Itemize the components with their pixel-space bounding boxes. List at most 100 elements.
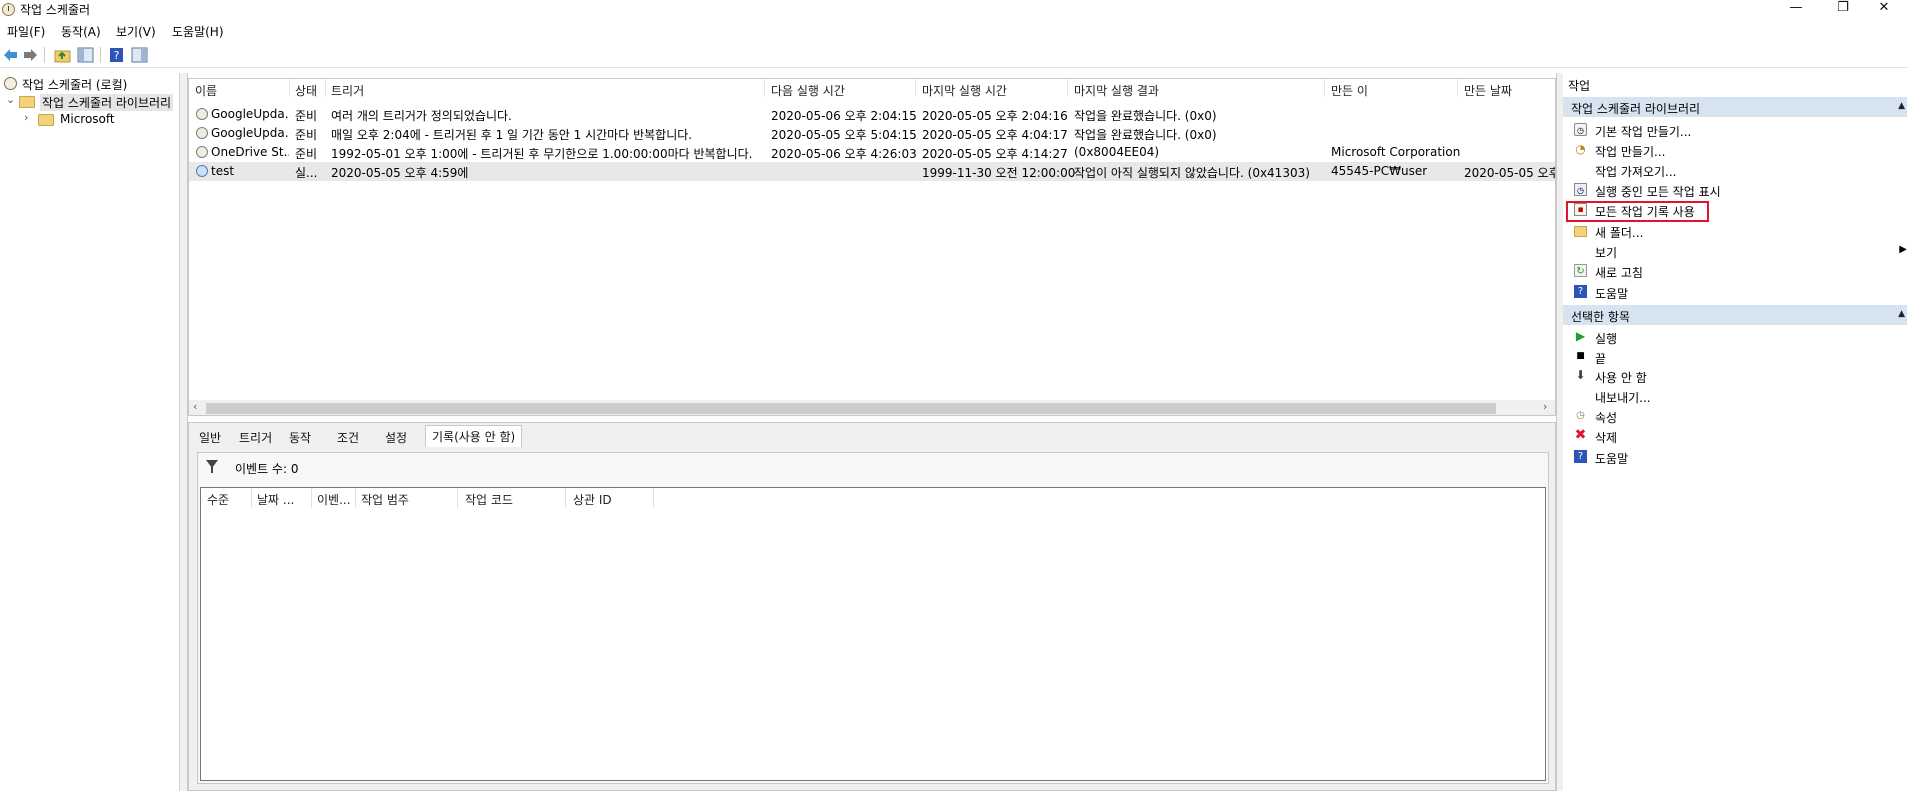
action-enable-all-tasks-history[interactable]: ▪ 모든 작업 기록 사용 bbox=[1563, 200, 1907, 222]
close-button[interactable]: ✕ bbox=[1861, 0, 1907, 20]
column-header-event[interactable]: 이벤... bbox=[317, 491, 351, 508]
column-header-created[interactable]: 만든 날짜 bbox=[1464, 82, 1512, 99]
tree-node-library[interactable]: ⌄ 작업 스케줄러 라이브러리 bbox=[0, 93, 179, 111]
tab-conditions[interactable]: 조건 bbox=[331, 427, 365, 447]
disable-icon: ⬇ bbox=[1575, 368, 1586, 382]
scrollbar-thumb[interactable] bbox=[206, 403, 1496, 414]
collapse-icon[interactable]: ▲ bbox=[1898, 309, 1905, 319]
column-header-next-run[interactable]: 다음 실행 시간 bbox=[771, 82, 845, 99]
column-divider[interactable] bbox=[251, 488, 252, 508]
menu-help[interactable]: 도움말(H) bbox=[172, 23, 224, 40]
task-clock-icon bbox=[196, 146, 208, 158]
folder-icon bbox=[19, 96, 35, 108]
column-header-date[interactable]: 날짜 ... bbox=[257, 491, 294, 508]
action-display-running-tasks[interactable]: ◷ 실행 중인 모든 작업 표시 bbox=[1563, 180, 1907, 200]
task-row[interactable]: OneDrive St... 준비 1992-05-01 오후 1:00에 - … bbox=[189, 143, 1555, 162]
column-header-correlation-id[interactable]: 상관 ID bbox=[573, 491, 612, 508]
menu-action[interactable]: 동작(A) bbox=[61, 23, 101, 40]
section-header-selected-item[interactable]: 선택한 항목 ▲ bbox=[1563, 305, 1907, 325]
create-basic-task-icon: ◷ bbox=[1574, 123, 1587, 136]
action-run[interactable]: ▶ 실행 bbox=[1563, 327, 1907, 347]
task-clock-icon bbox=[196, 165, 208, 177]
action-help-selected[interactable]: ? 도움말 bbox=[1563, 447, 1907, 467]
splitter-right[interactable] bbox=[1556, 73, 1563, 791]
tab-general[interactable]: 일반 bbox=[193, 427, 227, 447]
chevron-down-icon[interactable]: ⌄ bbox=[6, 93, 15, 106]
column-header-last-result[interactable]: 마지막 실행 결과 bbox=[1074, 82, 1159, 99]
chevron-right-icon[interactable]: › bbox=[24, 111, 28, 124]
action-import-task[interactable]: 작업 가져오기... bbox=[1563, 160, 1907, 180]
column-header-name[interactable]: 이름 bbox=[195, 82, 217, 99]
menu-view[interactable]: 보기(V) bbox=[116, 23, 156, 40]
event-count: 이벤트 수: 0 bbox=[235, 462, 299, 476]
action-help-library[interactable]: ? 도움말 bbox=[1563, 282, 1907, 302]
column-divider[interactable] bbox=[457, 488, 458, 508]
action-end[interactable]: ■ 끝 bbox=[1563, 347, 1907, 367]
scroll-right-icon[interactable]: › bbox=[1543, 400, 1547, 413]
menu-file[interactable]: 파일(F) bbox=[7, 23, 45, 40]
action-view[interactable]: 보기 ▶ bbox=[1563, 241, 1907, 261]
tab-triggers[interactable]: 트리거 bbox=[233, 427, 278, 447]
column-header-task-category[interactable]: 작업 범주 bbox=[361, 491, 409, 508]
help-icon[interactable]: ? bbox=[108, 47, 125, 63]
tree-node-microsoft[interactable]: › Microsoft bbox=[0, 111, 179, 128]
column-header-status[interactable]: 상태 bbox=[295, 82, 317, 99]
action-create-task[interactable]: ◔ 작업 만들기... bbox=[1563, 140, 1907, 160]
tab-actions[interactable]: 동작 bbox=[283, 427, 317, 447]
column-divider[interactable] bbox=[653, 488, 654, 508]
column-divider[interactable] bbox=[565, 488, 566, 508]
clock-icon bbox=[4, 77, 17, 90]
splitter-left[interactable] bbox=[180, 73, 188, 791]
column-divider[interactable] bbox=[1324, 79, 1325, 97]
toolbar: ? bbox=[0, 44, 1907, 68]
column-divider[interactable] bbox=[1457, 79, 1458, 97]
filter-icon[interactable] bbox=[206, 460, 218, 473]
toolbar-separator bbox=[44, 47, 45, 63]
action-new-folder[interactable]: 새 폴더... bbox=[1563, 221, 1907, 241]
column-header-level[interactable]: 수준 bbox=[207, 491, 229, 508]
forward-arrow-icon[interactable] bbox=[22, 47, 39, 63]
enable-history-icon: ▪ bbox=[1574, 203, 1587, 216]
section-header-library[interactable]: 작업 스케줄러 라이브러리 ▲ bbox=[1563, 97, 1907, 117]
show-hide-console-tree-icon[interactable] bbox=[77, 47, 94, 63]
column-header-trigger[interactable]: 트리거 bbox=[331, 82, 364, 99]
task-row[interactable]: GoogleUpda... 준비 매일 오후 2:04에 - 트리거된 후 1 … bbox=[189, 124, 1555, 143]
horizontal-scrollbar[interactable]: ‹ › bbox=[189, 400, 1555, 415]
properties-icon: ◷ bbox=[1576, 410, 1585, 421]
tab-settings[interactable]: 설정 bbox=[379, 427, 413, 447]
action-create-basic-task[interactable]: ◷ 기본 작업 만들기... bbox=[1563, 120, 1907, 140]
column-divider[interactable] bbox=[289, 79, 290, 97]
action-refresh[interactable]: ↻ 새로 고침 bbox=[1563, 261, 1907, 281]
column-divider[interactable] bbox=[1067, 79, 1068, 97]
tab-history[interactable]: 기록(사용 안 함) bbox=[425, 425, 523, 447]
help-icon: ? bbox=[1574, 450, 1587, 463]
help-icon: ? bbox=[1574, 285, 1587, 298]
action-properties[interactable]: ◷ 속성 bbox=[1563, 406, 1907, 426]
column-divider[interactable] bbox=[764, 79, 765, 97]
action-export[interactable]: 내보내기... bbox=[1563, 386, 1907, 406]
column-header-author[interactable]: 만든 이 bbox=[1331, 82, 1368, 99]
restore-button[interactable]: ❐ bbox=[1820, 0, 1866, 20]
end-icon: ■ bbox=[1576, 351, 1585, 361]
column-divider[interactable] bbox=[915, 79, 916, 97]
scroll-left-icon[interactable]: ‹ bbox=[193, 400, 197, 413]
action-disable[interactable]: ⬇ 사용 안 함 bbox=[1563, 366, 1907, 386]
task-row[interactable]: GoogleUpda... 준비 여러 개의 트리거가 정의되었습니다. 202… bbox=[189, 105, 1555, 124]
show-hide-action-pane-icon[interactable] bbox=[131, 47, 148, 63]
title-bar: 작업 스케줄러 — ❐ ✕ bbox=[0, 0, 1907, 20]
menu-bar: 파일(F) 동작(A) 보기(V) 도움말(H) bbox=[0, 21, 1907, 41]
column-divider[interactable] bbox=[355, 488, 356, 508]
action-delete[interactable]: ✖ 삭제 bbox=[1563, 426, 1907, 446]
folder-icon bbox=[38, 114, 54, 126]
details-pane: 일반 트리거 동작 조건 설정 기록(사용 안 함) 이벤트 수: 0 수준 날… bbox=[188, 422, 1556, 791]
tree-node-root[interactable]: 작업 스케줄러 (로컬) bbox=[0, 75, 179, 92]
task-row-selected[interactable]: test 실... 2020-05-05 오후 4:59에 1999-11-30… bbox=[189, 162, 1555, 181]
up-folder-icon[interactable] bbox=[54, 47, 71, 63]
collapse-icon[interactable]: ▲ bbox=[1898, 101, 1905, 111]
minimize-button[interactable]: — bbox=[1773, 0, 1819, 20]
column-divider[interactable] bbox=[325, 79, 326, 97]
back-arrow-icon[interactable] bbox=[2, 47, 19, 63]
column-divider[interactable] bbox=[311, 488, 312, 508]
column-header-last-run[interactable]: 마지막 실행 시간 bbox=[922, 82, 1007, 99]
column-header-op-code[interactable]: 작업 코드 bbox=[465, 491, 513, 508]
